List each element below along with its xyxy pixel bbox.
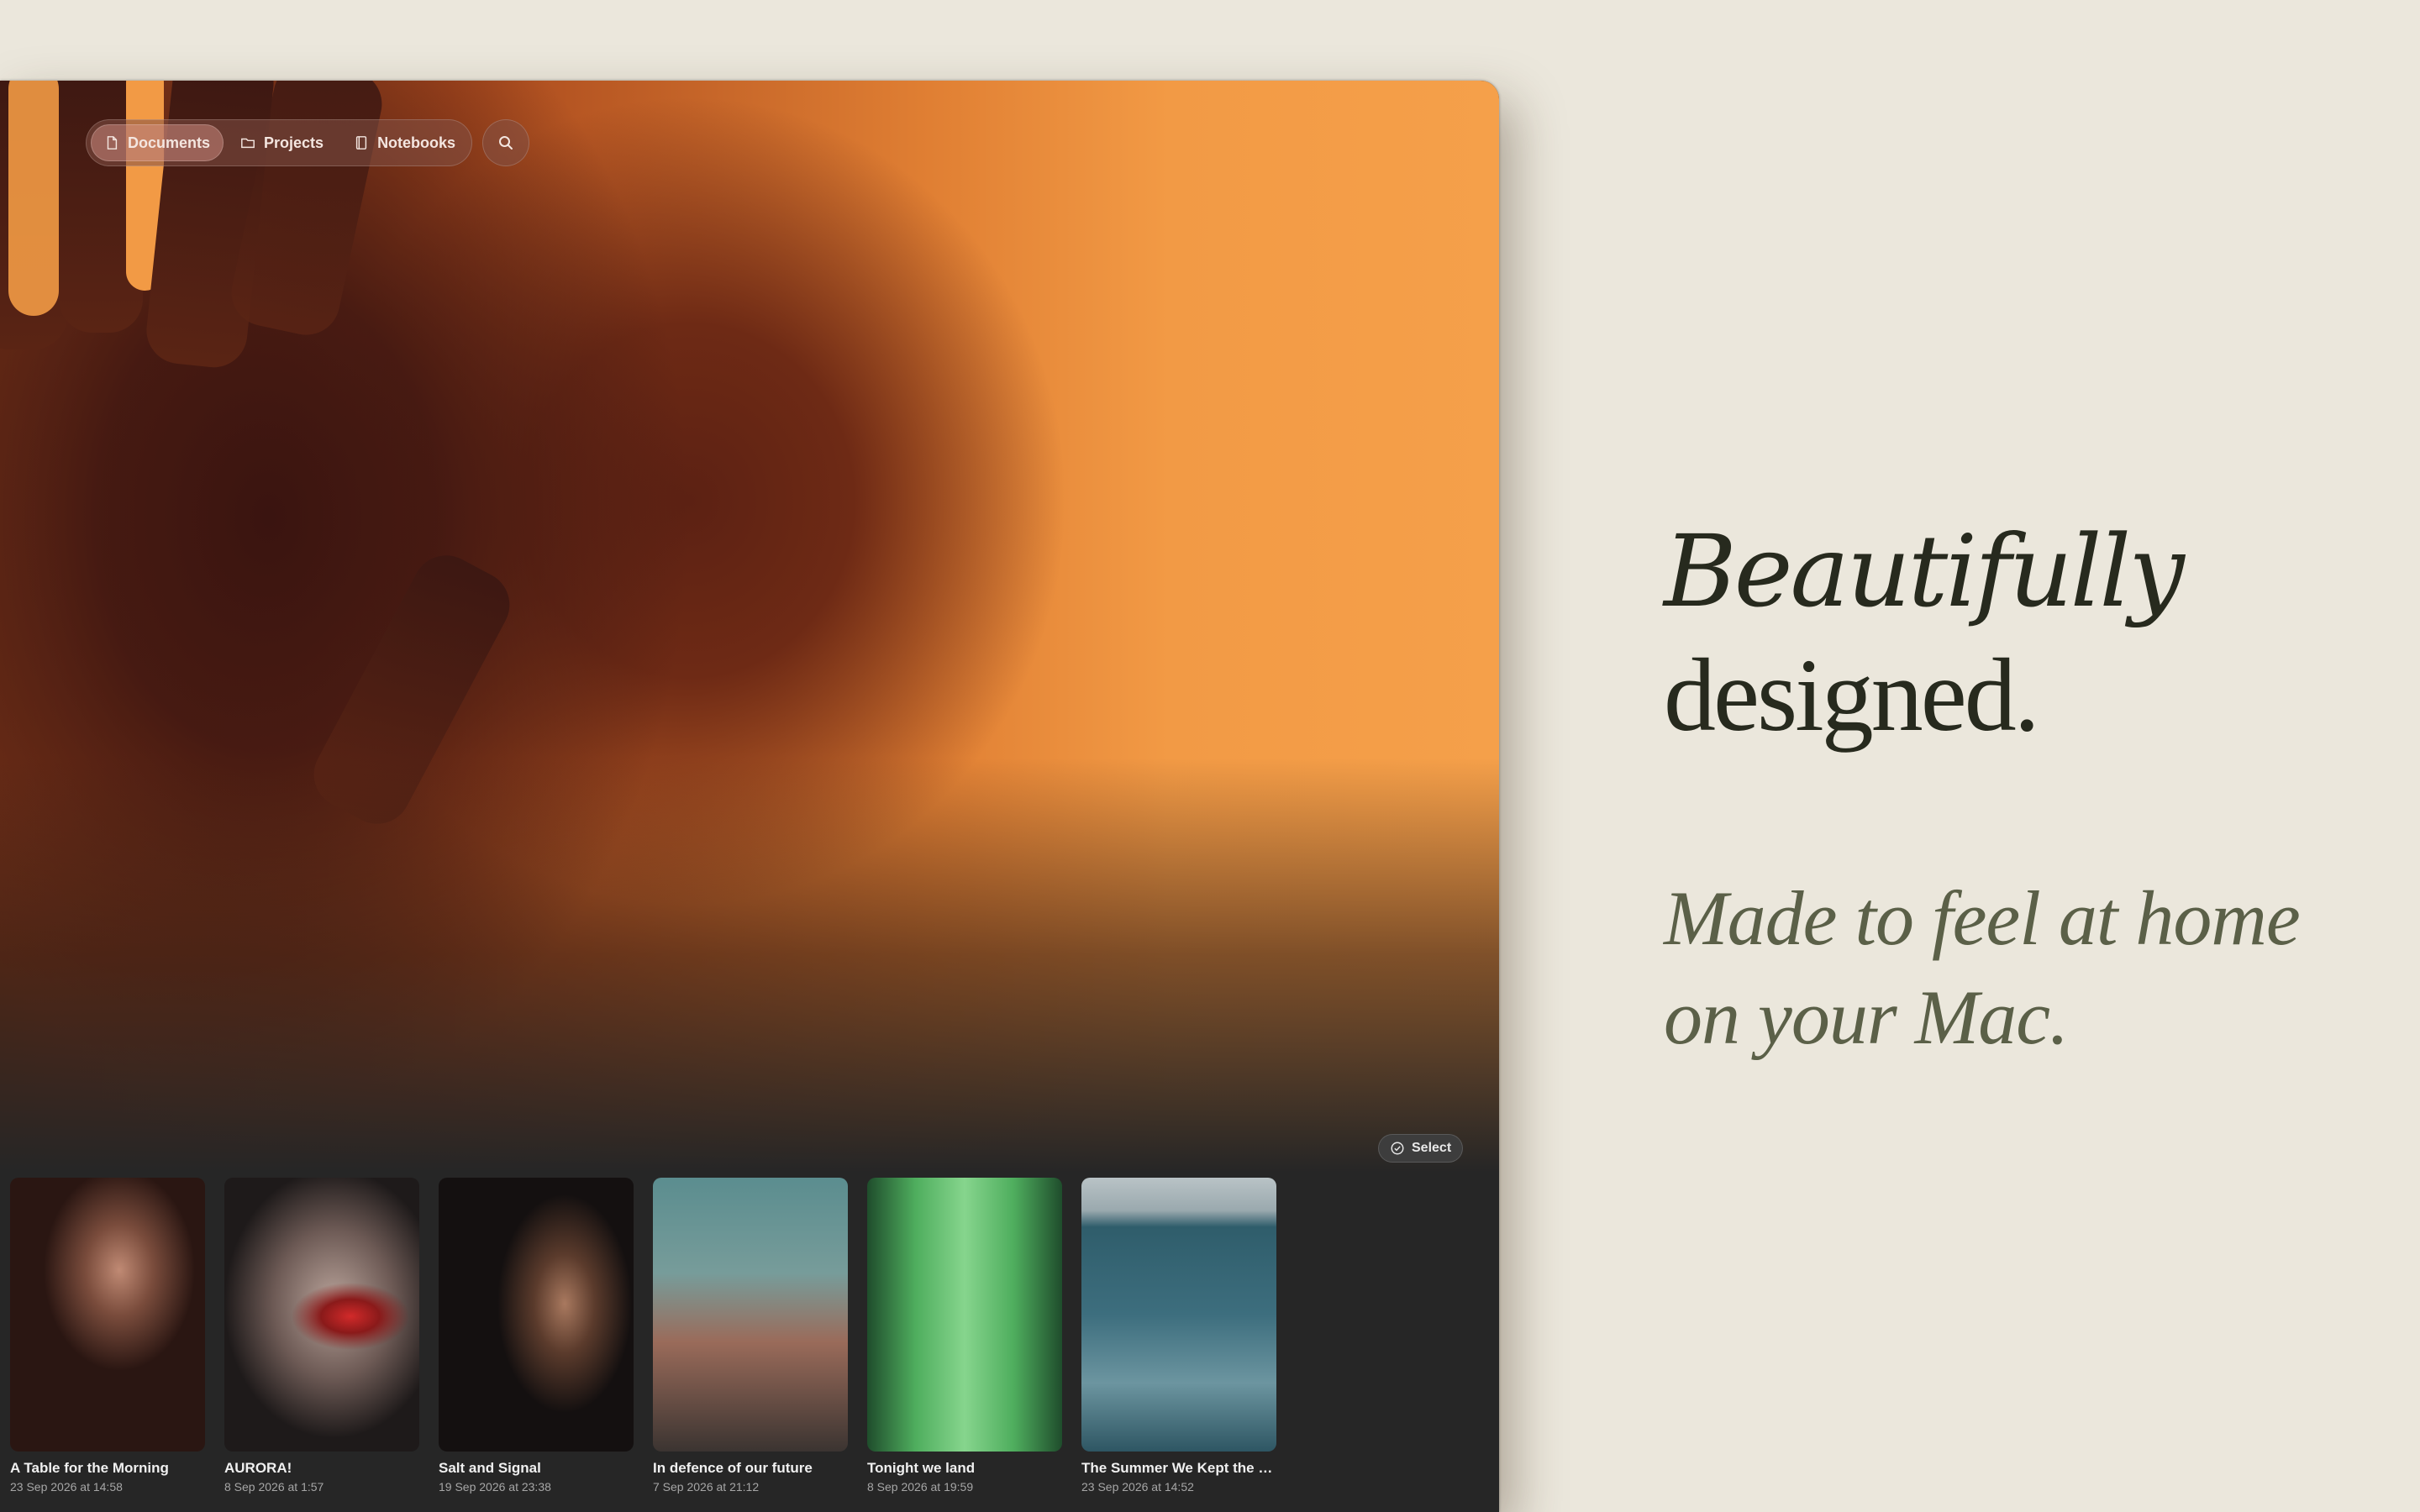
tab-projects[interactable]: Projects xyxy=(227,124,337,161)
document-card[interactable]: The Summer We Kept the C... 23 Sep 2026 … xyxy=(1081,1178,1276,1494)
select-button[interactable]: Select xyxy=(1378,1134,1464,1163)
document-thumbnail[interactable] xyxy=(1081,1178,1276,1452)
tab-projects-label: Projects xyxy=(264,134,324,151)
headline-line-2: designed. xyxy=(1664,638,2040,753)
subline-line-2: on your Mac. xyxy=(1664,974,2069,1060)
document-card[interactable]: Salt and Signal 19 Sep 2026 at 23:38 xyxy=(439,1178,634,1494)
tab-documents[interactable]: Documents xyxy=(91,124,224,161)
document-title: The Summer We Kept the C... xyxy=(1081,1460,1276,1476)
tab-notebooks[interactable]: Notebooks xyxy=(340,124,469,161)
headline-line-1: Beautifully xyxy=(1664,513,2185,629)
document-title: In defence of our future xyxy=(653,1460,813,1476)
document-card[interactable]: AURORA! 8 Sep 2026 at 1:57 xyxy=(224,1178,419,1494)
document-thumbnail[interactable] xyxy=(224,1178,419,1452)
document-date: 19 Sep 2026 at 23:38 xyxy=(439,1480,551,1494)
document-date: 7 Sep 2026 at 21:12 xyxy=(653,1480,760,1494)
notebook-icon xyxy=(355,136,367,150)
document-date: 23 Sep 2026 at 14:52 xyxy=(1081,1480,1194,1494)
view-switcher: Documents Projects Notebooks xyxy=(86,119,472,166)
document-card[interactable]: In defence of our future 7 Sep 2026 at 2… xyxy=(653,1178,848,1494)
app-window: Documents Projects Notebooks Select A Ta… xyxy=(0,81,1499,1512)
tab-notebooks-label: Notebooks xyxy=(377,134,456,151)
document-date: 8 Sep 2026 at 19:59 xyxy=(867,1480,974,1494)
folder-icon xyxy=(241,138,255,149)
hero-image xyxy=(0,81,1499,1173)
document-title: Salt and Signal xyxy=(439,1460,541,1476)
document-thumbnail[interactable] xyxy=(10,1178,205,1452)
document-thumbnail[interactable] xyxy=(439,1178,634,1452)
document-date: 23 Sep 2026 at 14:58 xyxy=(10,1480,123,1494)
document-icon xyxy=(107,136,118,150)
marketing-headline: Beautifully designed. xyxy=(1664,509,2353,758)
document-title: AURORA! xyxy=(224,1460,292,1476)
marketing-subline: Made to feel at home on your Mac. xyxy=(1664,869,2386,1067)
document-thumbnail[interactable] xyxy=(653,1178,848,1452)
document-title: Tonight we land xyxy=(867,1460,976,1476)
select-button-label: Select xyxy=(1412,1141,1452,1155)
subline-line-1: Made to feel at home xyxy=(1664,875,2301,961)
search-icon xyxy=(499,136,513,150)
document-card[interactable]: Tonight we land 8 Sep 2026 at 19:59 xyxy=(867,1178,1062,1494)
tab-documents-label: Documents xyxy=(128,134,211,151)
search-button[interactable] xyxy=(482,119,529,166)
document-grid: A Table for the Morning 23 Sep 2026 at 1… xyxy=(10,1178,1276,1494)
document-card[interactable]: A Table for the Morning 23 Sep 2026 at 1… xyxy=(10,1178,205,1494)
document-date: 8 Sep 2026 at 1:57 xyxy=(224,1480,324,1494)
document-title: A Table for the Morning xyxy=(10,1460,169,1476)
document-thumbnail[interactable] xyxy=(867,1178,1062,1452)
checkmark-circle-icon xyxy=(1391,1142,1404,1155)
